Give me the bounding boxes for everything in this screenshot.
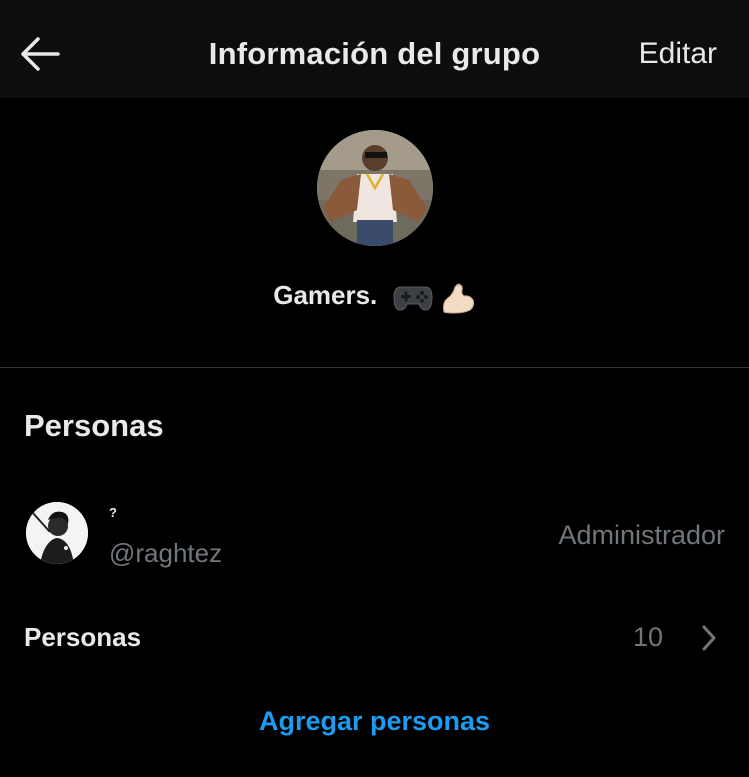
member-display-name: ?: [109, 505, 117, 520]
people-count: 10: [632, 622, 663, 652]
group-name-emojis: [393, 281, 476, 314]
page-title: Información del grupo: [208, 36, 541, 71]
group-avatar-image: [317, 130, 433, 246]
member-row[interactable]: ? @raghtez Administrador: [0, 490, 749, 580]
group-avatar[interactable]: [317, 130, 433, 246]
flexed-biceps-icon: [442, 283, 474, 314]
people-count-row[interactable]: Personas 10: [0, 605, 749, 669]
member-role-badge: Administrador: [558, 520, 725, 550]
top-bar: Información del grupo Editar: [0, 0, 749, 98]
people-section-title: Personas: [24, 408, 164, 443]
member-avatar[interactable]: [26, 502, 88, 564]
video-game-controller-icon: [393, 286, 433, 311]
section-divider: [0, 367, 749, 368]
group-name: Gamers.: [0, 280, 749, 314]
people-row-label: Personas: [24, 622, 142, 652]
chevron-right-icon: [702, 625, 716, 651]
member-avatar-image: [26, 502, 88, 564]
edit-button[interactable]: Editar: [639, 37, 717, 71]
add-people-button[interactable]: Agregar personas: [0, 706, 749, 737]
group-name-text: Gamers.: [273, 280, 378, 310]
member-handle: @raghtez: [109, 538, 223, 568]
